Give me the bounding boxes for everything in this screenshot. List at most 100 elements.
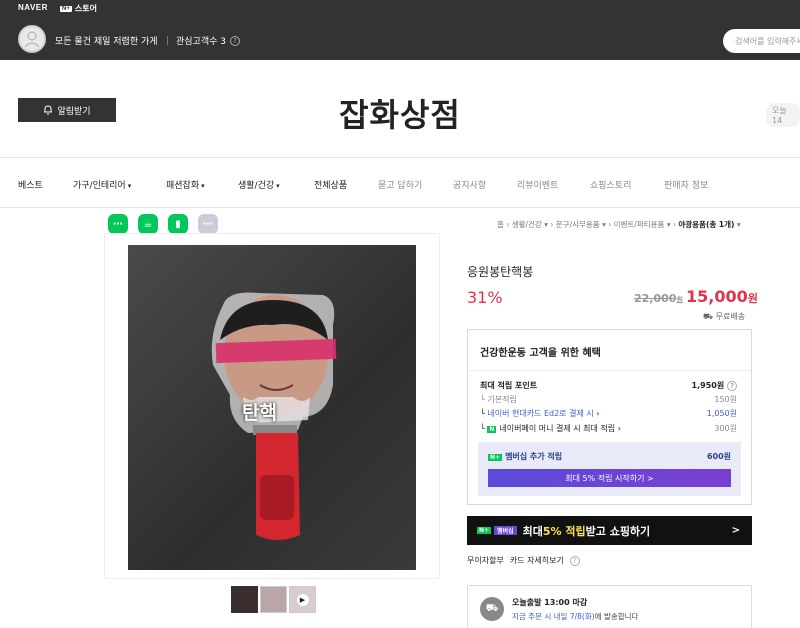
card-points-link[interactable]: └ 네이버 현대카드 Ed2로 결제 시 › — [480, 408, 599, 419]
store-title[interactable]: 잡화상점 — [0, 90, 800, 136]
breadcrumb-item[interactable]: 이벤트/파티용품 — [614, 220, 665, 229]
delivery-rest: 에 발송합니다 — [594, 612, 639, 621]
pay-points-link[interactable]: └ N 네이버페이 머니 결제 시 최대 적립 › — [480, 423, 621, 434]
membership-box: N+ 멤버십 추가 적립 600원 최대 5% 적립 시작하기 > — [478, 442, 741, 496]
breadcrumb-item[interactable]: 문구/사무용품 — [556, 220, 600, 229]
nav-label: 패션잡화 — [166, 181, 200, 191]
breadcrumb-item[interactable]: 생활/건강 — [512, 220, 542, 229]
membership-label: N+ 멤버십 추가 적립 — [488, 451, 562, 462]
membership-banner[interactable]: N+ 멤버십 최대 5% 적립 받고 쇼핑하기 > — [467, 516, 752, 545]
membership-badge: 멤버십 — [494, 526, 517, 535]
thumbnail-strip: ▶ — [231, 586, 316, 613]
banner-text-pre: 최대 — [522, 524, 543, 538]
help-icon[interactable]: ? — [727, 381, 737, 391]
delivery-date: 지금 주문 시 내일 7/8(화) — [512, 612, 595, 621]
nav-item-all-products[interactable]: 전체상품 — [314, 178, 347, 191]
chevron-down-icon: ▾ — [276, 182, 280, 190]
nav-label: 생활/건강 — [238, 181, 275, 191]
basic-points-value: 150원 — [714, 395, 737, 404]
naver-logo[interactable]: NAVER — [18, 3, 48, 12]
chevron-right-icon: > — [731, 525, 740, 536]
original-price: 22,000원 — [634, 292, 683, 305]
npay-badge: N — [487, 426, 497, 433]
banner-highlight: 5% 적립 — [542, 524, 586, 538]
sale-price-value: 15,000 — [686, 287, 748, 306]
delivery-detail: 지금 주문 시 내일 7/8(화)에 발송합니다 — [512, 611, 638, 622]
nav-label: 가구/인테리어 — [73, 181, 126, 191]
breadcrumb: 홈 › 생활/건강 ▾ › 문구/사무용품 ▾ › 이벤트/파티용품 ▾ › 야… — [497, 220, 741, 229]
nplus-badge: N+ — [477, 527, 492, 534]
favorite-count[interactable]: 관심고객수 3 ? — [176, 34, 240, 47]
play-icon: ▶ — [295, 592, 310, 607]
card-detail-link[interactable]: 카드 자세히보기 — [510, 555, 564, 566]
nav-item-fashion[interactable]: 패션잡화 ▾ — [166, 178, 205, 191]
today-visitors: 오늘 14 — [766, 103, 800, 127]
nplus-badge: N+ — [488, 454, 503, 461]
breadcrumb-home[interactable]: 홈 — [497, 220, 504, 229]
divider — [468, 370, 751, 371]
max-points-label: 최대 적립 포인트 — [480, 381, 538, 390]
breadcrumb-current[interactable]: 야광용품(총 1개) — [678, 220, 734, 229]
sale-price-unit: 원 — [747, 292, 758, 305]
pay-label: 네이버페이 머니 결제 시 최대 적립 — [499, 424, 616, 433]
shipping-info: ⛟ 무료배송 — [703, 311, 745, 322]
delivery-title: 오늘출발 13:00 마감 — [512, 598, 588, 607]
bookmark-icon[interactable]: ▮ — [168, 214, 188, 234]
discount-rate: 31% — [467, 288, 503, 307]
max-points-value: 1,950원 ? — [692, 380, 737, 391]
max-points-amount: 1,950원 — [691, 381, 725, 390]
divider — [167, 36, 168, 45]
nav-item-shopping-story[interactable]: 쇼핑스토리 — [590, 178, 631, 191]
delivery-box: ⛟ 오늘출발 13:00 마감 지금 주문 시 내일 7/8(화)에 발송합니다 — [467, 585, 752, 628]
installment-label: 무이자할부 — [467, 556, 504, 565]
help-icon[interactable]: ? — [569, 555, 580, 566]
share-buttons: ⋯ ☕ ▮ ⋯ — [108, 214, 218, 234]
card-label: 네이버 현대카드 Ed2로 결제 시 — [487, 409, 594, 418]
sale-price: 15,000원 — [686, 287, 758, 306]
nav-item-living[interactable]: 생활/건강 ▾ — [238, 178, 280, 191]
help-icon[interactable]: ? — [230, 35, 240, 46]
membership-text: 멤버십 추가 적립 — [505, 452, 563, 461]
nav-item-seller-info[interactable]: 판매자 정보 — [664, 178, 708, 191]
thumbnail-2[interactable] — [260, 586, 287, 613]
benefit-box: 건강한운동 고객을 위한 혜택 최대 적립 포인트 1,950원 ? └ 기본적… — [467, 329, 752, 505]
original-price-unit: 원 — [676, 296, 683, 304]
seller-avatar[interactable] — [18, 25, 46, 53]
more-icon[interactable]: ⋯ — [198, 214, 218, 234]
benefit-title: 건강한운동 고객을 위한 혜택 — [480, 348, 601, 359]
store-header: 알림받기 잡화상점 오늘 14 — [0, 60, 800, 158]
shipping-label: 무료배송 — [715, 312, 746, 321]
nav-item-furniture[interactable]: 가구/인테리어 ▾ — [73, 178, 131, 191]
product-name: 응원봉탄핵봉 — [467, 265, 534, 279]
thumbnail-video[interactable]: ▶ — [289, 586, 316, 613]
truck-icon: ⛟ — [703, 312, 714, 321]
nav-item-review-event[interactable]: 리뷰이벤트 — [517, 178, 558, 191]
store-badge: N+ — [60, 5, 72, 12]
basic-label: 기본적립 — [487, 395, 517, 404]
thumbnail-1[interactable] — [231, 586, 258, 613]
membership-start-button[interactable]: 최대 5% 적립 시작하기 > — [488, 469, 731, 487]
store-link[interactable]: N+ 스토어 — [60, 3, 97, 14]
seller-name[interactable]: 모든 물건 제일 저렴한 가게 — [55, 34, 158, 47]
talk-icon[interactable]: ⋯ — [108, 214, 128, 234]
banner-text-post: 받고 쇼핑하기 — [585, 524, 651, 538]
favorite-label: 관심고객수 3 — [176, 37, 226, 47]
search-input[interactable]: 검색어를 입력해주세요 — [723, 29, 800, 53]
pay-points-value: 300원 — [714, 424, 737, 433]
coffee-icon[interactable]: ☕ — [138, 214, 158, 234]
chevron-down-icon: ▾ — [127, 182, 132, 190]
membership-value: 600원 — [706, 452, 731, 461]
photo-caption: 탄핵 — [242, 402, 277, 424]
top-bar: NAVER N+ 스토어 모든 물건 제일 저렴한 가게 관심고객수 3 ? 검… — [0, 0, 800, 60]
original-price-value: 22,000 — [634, 292, 677, 305]
truck-icon: ⛟ — [480, 597, 504, 621]
installment-info: 무이자할부 카드 자세히보기 ? — [467, 555, 580, 566]
nav-item-qna[interactable]: 묻고 답하기 — [378, 178, 422, 191]
basic-points-label: └ 기본적립 — [480, 395, 517, 404]
store-label: 스토어 — [74, 4, 97, 13]
chevron-down-icon: ▾ — [201, 182, 205, 190]
nav-item-best[interactable]: 베스트 — [18, 178, 43, 191]
card-points-value: 1,050원 — [706, 409, 737, 418]
nav-item-notice[interactable]: 공지사항 — [453, 178, 486, 191]
category-nav: 베스트 가구/인테리어 ▾ 패션잡화 ▾ 생활/건강 ▾ 전체상품 묻고 답하기 공지… — [0, 158, 800, 208]
